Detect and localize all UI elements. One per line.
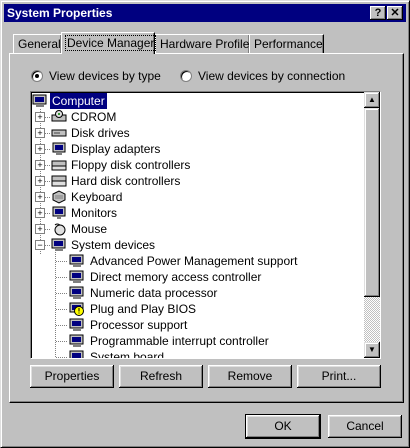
expand-icon[interactable]: + <box>35 160 45 170</box>
properties-button[interactable]: Properties <box>30 365 114 388</box>
system-properties-window: System Properties ? ✕ General Device Man… <box>0 0 410 448</box>
tree-line <box>56 325 68 326</box>
tree-item-label: Hard disk controllers <box>71 174 181 188</box>
tree-item-label: CDROM <box>71 110 117 124</box>
tree-item-label: Display adapters <box>71 142 161 156</box>
expand-icon[interactable]: + <box>35 208 45 218</box>
system-device-icon <box>69 286 84 299</box>
device-tree[interactable]: Computer + CDROM + Disk drives + Display… <box>30 91 381 359</box>
display-adapter-icon <box>52 142 66 155</box>
expand-icon[interactable]: + <box>35 192 45 202</box>
view-by-connection-radio[interactable]: View devices by connection <box>180 68 345 84</box>
scroll-up-icon[interactable]: ▲ <box>364 92 380 108</box>
system-device-icon <box>69 254 84 267</box>
print-button[interactable]: Print... <box>297 365 381 388</box>
tab-performance-label: Performance <box>254 37 323 51</box>
tree-item-label: Floppy disk controllers <box>71 158 191 172</box>
system-device-icon <box>69 334 84 347</box>
expand-icon[interactable]: + <box>35 128 45 138</box>
warning-device-icon <box>69 302 84 316</box>
mouse-icon <box>54 223 66 236</box>
remove-button-label: Remove <box>227 369 273 383</box>
help-button[interactable]: ? <box>370 6 386 20</box>
tree-item-label: Mouse <box>71 222 108 236</box>
tab-performance[interactable]: Performance <box>249 34 324 53</box>
title-bar[interactable]: System Properties ? ✕ <box>4 4 406 22</box>
cdrom-icon <box>51 110 67 122</box>
print-button-label: Print... <box>321 369 357 383</box>
tree-item-label: Programmable interrupt controller <box>90 334 269 348</box>
tree-item-label: Keyboard <box>71 190 123 204</box>
expand-icon[interactable]: + <box>35 144 45 154</box>
remove-button[interactable]: Remove <box>208 365 292 388</box>
expand-icon[interactable]: + <box>35 112 45 122</box>
view-by-type-label: View devices by type <box>49 69 161 83</box>
refresh-button[interactable]: Refresh <box>119 365 203 388</box>
tree-scrollbar[interactable]: ▲ ▼ <box>364 92 380 358</box>
system-device-icon <box>69 318 84 331</box>
tree-item-label: Monitors <box>71 206 118 220</box>
radio-unselected-icon <box>180 70 192 82</box>
tree-line <box>56 357 68 358</box>
tab-general-label: General <box>18 37 61 51</box>
tree-line <box>56 261 68 262</box>
scroll-thumb[interactable] <box>364 108 380 297</box>
properties-button-label: Properties <box>44 369 100 383</box>
ok-button-label: OK <box>274 419 292 433</box>
tab-device-manager[interactable]: Device Manager <box>61 32 157 54</box>
cancel-button-label: Cancel <box>346 419 384 433</box>
ok-button[interactable]: OK <box>246 415 320 438</box>
collapse-icon[interactable]: − <box>35 240 45 250</box>
computer-icon <box>32 94 47 107</box>
system-device-icon <box>51 238 66 251</box>
tab-device-manager-label: Device Manager <box>64 35 157 51</box>
tree-item-label: Disk drives <box>71 126 130 140</box>
system-device-icon <box>69 270 84 283</box>
keyboard-icon <box>52 190 66 204</box>
tree-item-label: Numeric data processor <box>90 286 218 300</box>
floppy-controller-icon <box>51 160 67 171</box>
expand-icon[interactable]: + <box>35 176 45 186</box>
tree-item-label: Plug and Play BIOS <box>90 302 197 316</box>
view-by-type-radio[interactable]: View devices by type <box>31 68 161 84</box>
tab-hardware-profiles-label: Hardware Profiles <box>160 37 256 51</box>
tree-item-label: Advanced Power Management support <box>90 254 298 268</box>
tree-line <box>56 309 68 310</box>
window-title: System Properties <box>7 6 113 20</box>
tree-line <box>56 341 68 342</box>
tree-item-label: System devices <box>71 238 156 252</box>
tab-general[interactable]: General <box>13 34 62 53</box>
tree-item-label: Computer <box>50 93 107 109</box>
tree-item-label: Direct memory access controller <box>90 270 262 284</box>
close-button[interactable]: ✕ <box>387 6 403 20</box>
disk-drive-icon <box>51 129 67 137</box>
tree-item-label: Processor support <box>90 318 188 332</box>
system-device-icon <box>69 350 84 358</box>
view-by-connection-label: View devices by connection <box>198 69 346 83</box>
cancel-button[interactable]: Cancel <box>328 415 402 438</box>
expand-icon[interactable]: + <box>35 224 45 234</box>
monitor-icon <box>52 206 66 219</box>
hdd-controller-icon <box>51 175 67 187</box>
radio-selected-icon <box>31 70 43 82</box>
tab-hardware-profiles[interactable]: Hardware Profiles <box>155 34 255 53</box>
tree-line <box>56 293 68 294</box>
scroll-down-icon[interactable]: ▼ <box>364 342 380 358</box>
tree-line <box>56 277 68 278</box>
refresh-button-label: Refresh <box>139 369 183 383</box>
tree-item-label: System board <box>90 350 165 359</box>
tree-line <box>55 252 56 358</box>
